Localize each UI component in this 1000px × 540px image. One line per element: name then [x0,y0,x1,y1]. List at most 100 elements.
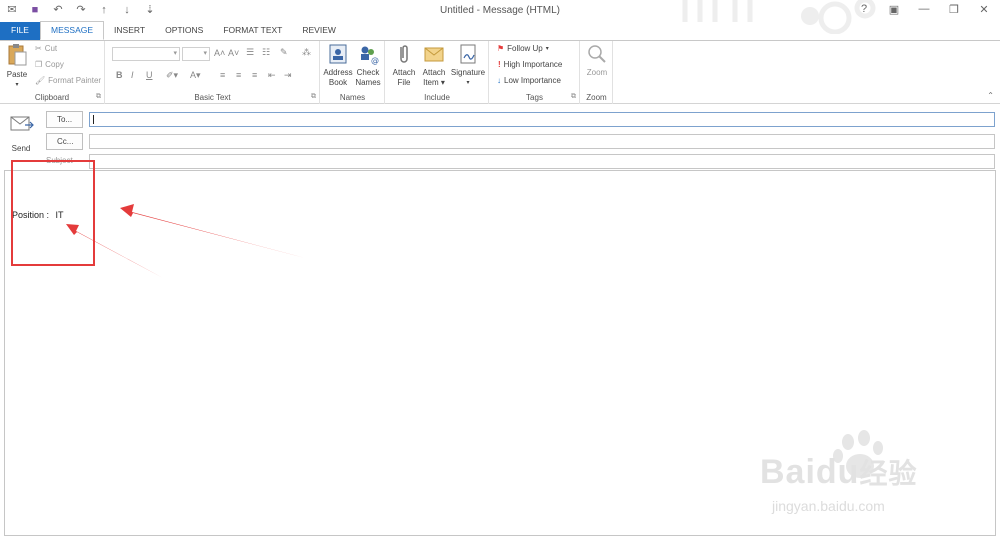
cc-button[interactable]: Cc... [46,133,83,150]
format-painter-button[interactable]: 🖌 Format Painter [35,76,101,85]
underline-icon[interactable]: U [146,70,153,80]
to-field[interactable] [89,112,995,127]
tags-launcher-icon[interactable]: ⧉ [571,93,576,101]
format-painter-label: Format Painter [48,76,102,85]
attach-item-label-2: Item ▾ [423,78,445,87]
chevron-down-icon: ▾ [173,50,177,57]
font-name-combo[interactable]: ▾ [112,47,180,61]
include-group-label: Include [424,93,450,102]
signature-icon [460,44,476,64]
copy-icon: ❐ [35,60,43,69]
low-importance-button[interactable]: ↓ Low Importance [497,76,561,85]
watermark-url: jingyan.baidu.com [772,498,885,514]
cc-field[interactable] [89,134,995,149]
flag-icon: ⚑ [497,44,505,53]
signature-button[interactable]: Signature ▾ [449,43,487,88]
copy-label: Copy [45,60,64,69]
to-button[interactable]: To... [46,111,83,128]
bullets-icon[interactable]: ☰ [246,47,254,58]
address-book-button[interactable]: Address Book [323,43,353,88]
align-center-icon[interactable]: ≡ [236,70,241,80]
shrink-font-icon[interactable]: A˅ [228,48,239,58]
tab-insert[interactable]: INSERT [104,22,155,40]
attach-item-button[interactable]: Attach Item ▾ [419,43,449,88]
numbering-icon[interactable]: ☷ [262,47,270,58]
check-names-label-1: Check [356,68,380,77]
copy-button[interactable]: ❐ Copy [35,60,64,69]
baidu-watermark: Baidu经验 jingyan.baidu.com [760,430,960,520]
ribbon-tabs: FILE MESSAGE INSERT OPTIONS FORMAT TEXT … [0,21,1000,40]
minimize-icon[interactable]: — [918,3,930,16]
subject-field[interactable] [89,154,995,169]
zoom-button[interactable]: Zoom [583,43,611,78]
cut-label: Cut [44,44,58,53]
paste-icon [8,44,27,66]
zoom-group-label: Zoom [586,93,607,102]
high-importance-button[interactable]: ! High Importance [498,60,562,69]
low-importance-label: Low Importance [504,76,561,85]
attach-file-label-1: Attach [392,68,416,77]
basic-text-group: ▾ ▾ A˄ A˅ ☰ ☷ ✎ ⁂ B I U ✐▾ A▾ ≡ ≡ ≡ ⇤ ⇥ … [106,41,320,104]
attach-file-button[interactable]: Attach File [389,43,419,88]
paperclip-icon [400,45,408,63]
clear-format-icon[interactable]: ✎ [280,47,288,58]
cut-button[interactable]: ✂ Cut [35,44,57,53]
check-names-label-2: Names [355,78,381,87]
zoom-icon [588,45,606,63]
close-icon[interactable]: ✕ [978,3,990,16]
tags-group: ⚑ Follow Up ▾ ! High Importance ↓ Low Im… [490,41,580,104]
attach-item-icon [424,47,444,62]
font-size-combo[interactable]: ▾ [182,47,210,61]
clipboard-group-label: Clipboard [34,93,70,102]
follow-up-label: Follow Up [507,44,543,53]
paste-dropdown-icon: ▾ [15,82,19,88]
attach-file-label-2: File [397,78,411,87]
low-importance-icon: ↓ [497,76,501,85]
restore-icon[interactable]: ❐ [948,3,960,16]
highlight-icon[interactable]: ✐▾ [166,70,178,81]
tab-message[interactable]: MESSAGE [40,21,105,40]
paste-button[interactable]: Paste ▾ [4,43,30,90]
include-group: Attach File Attach Item ▾ Signature ▾ In… [386,41,489,104]
send-icon [10,116,34,131]
address-book-label-1: Address [323,68,353,77]
send-button[interactable]: Send [6,110,36,160]
svg-text:@: @ [371,56,379,65]
align-right-icon[interactable]: ≡ [252,70,257,80]
tab-review[interactable]: REVIEW [292,22,346,40]
italic-icon[interactable]: I [131,70,134,80]
watermark-brand-text: Baidu [760,453,860,491]
decrease-indent-icon[interactable]: ⇤ [268,70,276,81]
grow-font-icon[interactable]: A˄ [214,48,225,58]
ribbon: Paste ▾ ✂ Cut ❐ Copy 🖌 Format Painter Cl… [0,40,1000,104]
send-label: Send [11,144,31,153]
chevron-down-icon: ▾ [545,46,549,52]
ribbon-display-icon[interactable]: ▣ [888,3,900,16]
styles-icon[interactable]: ⁂ [302,47,311,58]
paste-label: Paste [6,70,28,79]
window-controls: ? ▣ — ❐ ✕ [858,3,990,16]
tab-options[interactable]: OPTIONS [155,22,213,40]
format-painter-icon: 🖌 [35,76,46,85]
font-color-icon[interactable]: A▾ [190,70,201,81]
follow-up-button[interactable]: ⚑ Follow Up ▾ [497,44,549,53]
signature-dropdown-icon: ▾ [466,80,470,86]
check-names-button[interactable]: @ Check Names [353,43,383,88]
clipboard-launcher-icon[interactable]: ⧉ [96,93,101,101]
help-icon[interactable]: ? [858,3,870,16]
clipboard-group: Paste ▾ ✂ Cut ❐ Copy 🖌 Format Painter Cl… [0,41,105,104]
basic-text-launcher-icon[interactable]: ⧉ [311,93,316,101]
address-book-label-2: Book [328,78,348,87]
attach-item-label-text: Item [423,78,439,87]
check-names-icon: @ [361,46,379,65]
bold-icon[interactable]: B [116,70,123,80]
names-group-label: Names [339,93,366,102]
cut-icon: ✂ [35,44,42,53]
collapse-ribbon-icon[interactable]: ⌃ [987,91,994,100]
increase-indent-icon[interactable]: ⇥ [284,70,292,81]
align-left-icon[interactable]: ≡ [220,70,225,80]
tab-file[interactable]: FILE [0,22,40,40]
tab-format-text[interactable]: FORMAT TEXT [213,22,292,40]
watermark-brand: Baidu经验 [760,452,917,492]
zoom-group: Zoom Zoom [581,41,613,104]
